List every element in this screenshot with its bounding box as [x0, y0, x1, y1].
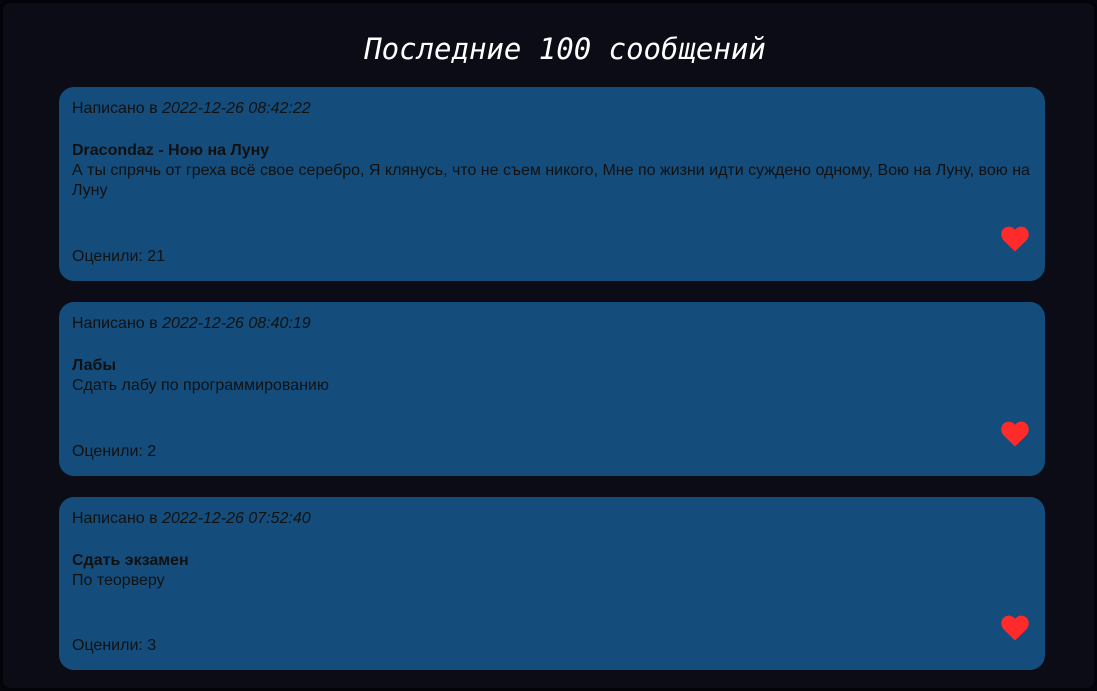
message-subject: Dracondaz - Ною на Луну — [72, 142, 270, 159]
message-timestamp: 2022-12-26 08:40:19 — [162, 315, 311, 332]
message-timestamp: 2022-12-26 08:42:22 — [162, 100, 311, 117]
message-body: Сдать лабу по программированию — [72, 377, 329, 394]
heart-icon — [1001, 615, 1029, 641]
message-card: Написано в 2022-12-26 08:42:22 Dracondaz… — [59, 87, 1045, 281]
message-subject: Сдать экзамен — [72, 552, 189, 569]
rating-count: Оценили: 21 — [72, 248, 166, 265]
message-meta: Написано в 2022-12-26 08:40:19 — [72, 314, 1032, 334]
page-title: Последние 100 сообщений — [364, 32, 766, 66]
message-body: По теорверу — [72, 572, 165, 589]
message-card: Написано в 2022-12-26 07:52:40 Сдать экз… — [59, 497, 1045, 670]
message-list: Написано в 2022-12-26 08:42:22 Dracondaz… — [59, 87, 1045, 670]
message-meta: Написано в 2022-12-26 07:52:40 — [72, 509, 1032, 529]
heart-icon — [1001, 226, 1029, 252]
rating-count: Оценили: 2 — [72, 443, 157, 460]
message-timestamp: 2022-12-26 07:52:40 — [162, 510, 311, 527]
message-card: Написано в 2022-12-26 08:40:19 Лабы Сдат… — [59, 302, 1045, 476]
rating-count: Оценили: 3 — [72, 637, 157, 654]
written-at-label: Написано в — [72, 315, 158, 332]
heart-icon — [1001, 421, 1029, 447]
like-button[interactable] — [1001, 226, 1029, 252]
message-meta: Написано в 2022-12-26 08:42:22 — [72, 99, 1032, 119]
written-at-label: Написано в — [72, 100, 158, 117]
like-button[interactable] — [1001, 615, 1029, 641]
like-button[interactable] — [1001, 421, 1029, 447]
written-at-label: Написано в — [72, 510, 158, 527]
page-frame: Последние 100 сообщений Написано в 2022-… — [0, 0, 1097, 691]
message-subject: Лабы — [72, 357, 117, 374]
message-body: А ты спрячь от греха всё свое серебро, Я… — [72, 162, 1030, 199]
